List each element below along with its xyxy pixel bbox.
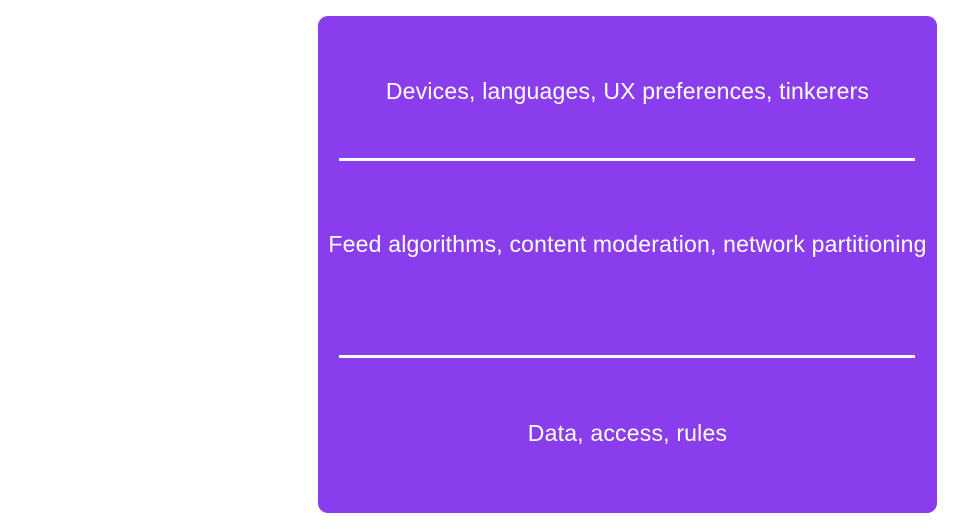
layer-divider-top [339, 158, 915, 161]
layer-middle-label: Feed algorithms, content moderation, net… [328, 231, 927, 257]
diagram-canvas: Devices, languages, UX preferences, tink… [0, 0, 958, 529]
layer-divider-bottom [339, 355, 915, 358]
layer-stack-panel: Devices, languages, UX preferences, tink… [318, 16, 937, 513]
layer-top-label: Devices, languages, UX preferences, tink… [385, 78, 870, 104]
layer-bottom-label: Data, access, rules [527, 420, 728, 446]
